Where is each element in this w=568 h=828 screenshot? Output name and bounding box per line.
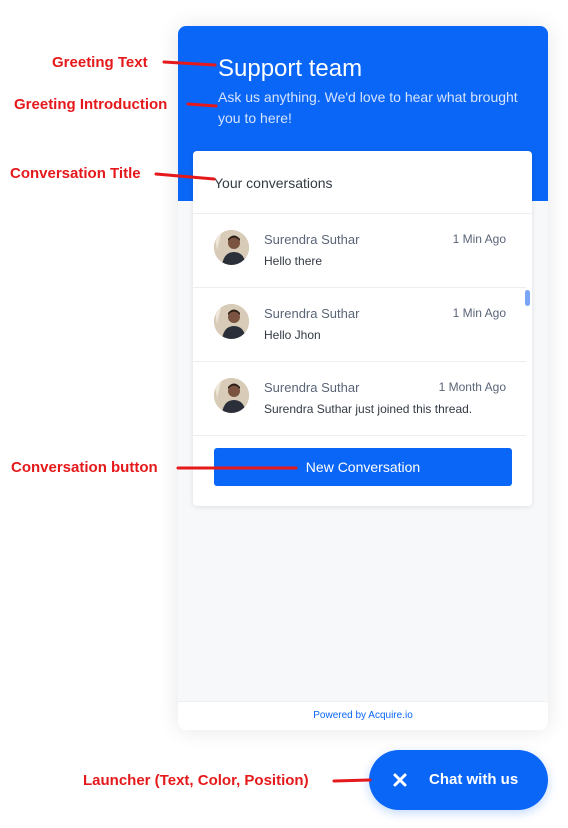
pointer-line-launcher: [332, 778, 372, 783]
pointer-line-conversation-title: [154, 172, 216, 181]
annotation-pointer-lines: [154, 60, 372, 783]
pointer-line-greeting-introduction: [186, 102, 218, 108]
pointer-line-greeting-text: [162, 60, 217, 67]
